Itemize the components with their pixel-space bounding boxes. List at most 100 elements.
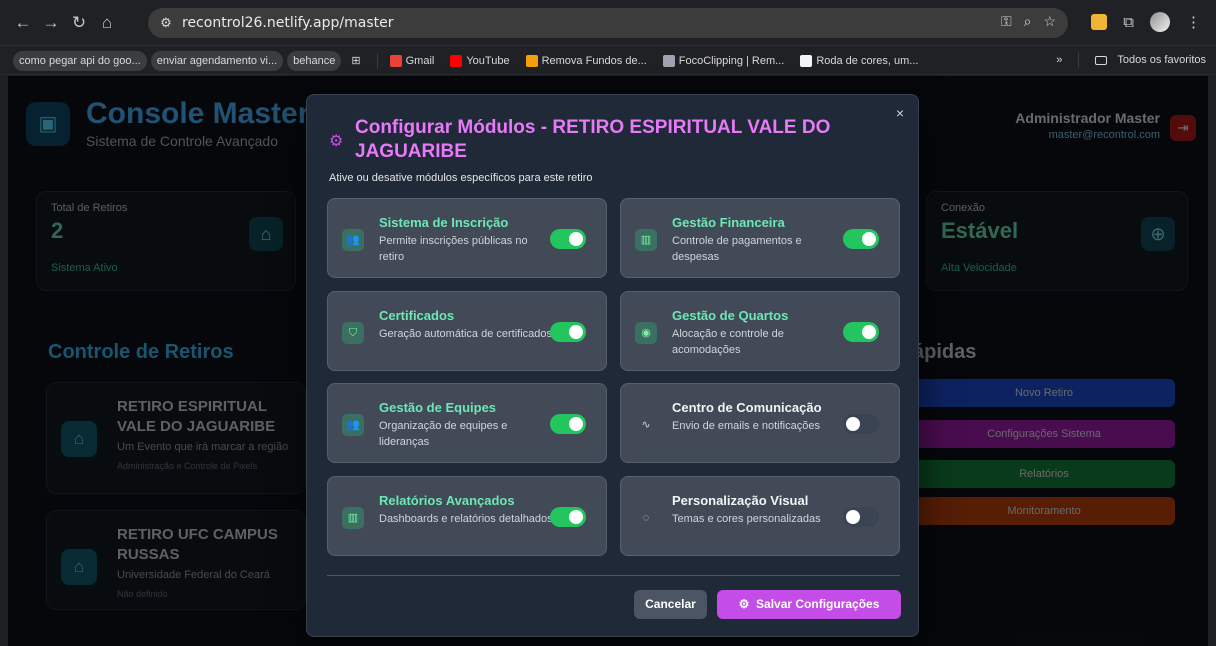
users-icon: 👥 [342,229,364,251]
site-settings-icon[interactable]: ⚙ [157,14,175,32]
close-icon[interactable]: × [896,105,904,121]
browser-menu-icon[interactable]: ⋮ [1186,13,1201,31]
zoom-icon[interactable]: ⌕ [1024,13,1032,30]
module-card-personalizacao: ◌ Personalização Visual Temas e cores pe… [620,476,900,556]
configure-modules-modal: × ⚙ Configurar Módulos - RETIRO ESPIRITU… [306,94,919,637]
retreat-desc: Um Evento que irá marcar a região [117,441,289,453]
bookmark-youtube[interactable]: YouTube [444,51,515,71]
forward-icon[interactable]: → [40,12,62,34]
retreat-name: RETIRO ESPIRITUAL VALE DO JAGUARIBE [117,398,276,435]
module-card-equipes: 👥 Gestão de Equipes Organização de equip… [327,383,607,463]
module-desc: Envio de emails e notificações [672,420,820,432]
extension-icon[interactable] [1091,14,1108,30]
module-desc: Alocação e controle de acomodações [672,328,784,356]
password-key-icon[interactable]: ⚿ [1001,13,1012,30]
gear-icon: ⚙ [329,133,344,150]
bookmark-label: enviar agendamento vi... [156,54,278,67]
quick-actions-title: ápidas [913,341,977,363]
all-bookmarks-link[interactable]: Todos os favoritos [1117,54,1206,66]
save-settings-button[interactable]: ⚙ Salvar Configurações [717,590,901,619]
bookmark-gmail[interactable]: Gmail [384,51,441,71]
bookmarks-separator [376,52,378,69]
module-toggle[interactable] [843,507,879,527]
more-bookmarks-icon[interactable]: » [1056,54,1062,66]
new-retreat-button[interactable]: Novo Retiro [913,379,1175,407]
reports-button[interactable]: Relatórios [913,460,1175,488]
bookmark-label: Remova Fundos de... [541,54,647,67]
monitoring-button[interactable]: Monitoramento [913,497,1175,525]
module-name: Personalização Visual [672,493,809,508]
gear-icon: ⚙ [738,597,750,611]
module-card-relatorios: ▥ Relatórios Avançados Dashboards e rela… [327,476,607,556]
bookmark-color-wheel[interactable]: Roda de cores, um... [794,51,924,71]
bookmark-star-icon[interactable]: ☆ [1043,13,1056,30]
retreat-meta: Administração e Controle de Pixels [117,461,258,471]
home-icon[interactable]: ⌂ [96,12,118,34]
system-settings-button[interactable]: Configurações Sistema [913,420,1175,448]
folder-icon [1095,55,1108,65]
module-name: Certificados [379,308,455,323]
module-toggle[interactable] [843,229,879,249]
page-subtitle: Sistema de Controle Avançado [86,133,278,149]
bookmark-foco[interactable]: FocoClipping | Rem... [657,51,791,71]
back-icon[interactable]: ← [12,12,34,34]
module-desc: Organização de equipes e lideranças [379,420,508,448]
bookmark-label: YouTube [466,54,510,67]
bookmark-label: behance [293,54,336,67]
module-toggle[interactable] [843,322,879,342]
bar-chart-icon: ▥ [342,507,364,529]
module-card-certificados: ⛉ Certificados Geração automática de cer… [327,291,607,371]
stat-foot: Alta Velocidade [941,262,1017,274]
address-bar[interactable]: ⚙ recontrol26.netlify.app/master ⚿ ⌕ ☆ [148,8,1068,38]
module-desc: Temas e cores personalizadas [672,513,821,525]
module-card-financeira: ▥ Gestão Financeira Controle de pagament… [620,198,900,278]
admin-name: Administrador Master [1015,110,1160,126]
retreat-name: RETIRO UFC CAMPUS RUSSAS [117,526,278,563]
shield-icon: ⛉ [342,322,364,344]
modal-subtitle: Ative ou desative módulos específicos pa… [329,172,593,184]
bookmark-remove-bg[interactable]: Remova Fundos de... [520,51,653,71]
modal-divider [327,575,900,576]
globe-icon: ⊕ [1141,217,1175,251]
module-toggle[interactable] [550,507,586,527]
gmail-icon [389,54,402,67]
module-name: Sistema de Inscrição [379,215,509,230]
retreat-card[interactable]: ⌂ RETIRO UFC CAMPUS RUSSAS Universidade … [46,510,306,610]
remove-bg-icon [525,54,538,67]
reload-icon[interactable]: ↻ [68,12,90,34]
users-icon: 👥 [342,414,364,436]
bookmark-label: como pegar api do goo... [19,54,141,67]
extensions-puzzle-icon[interactable]: ⧉ [1123,14,1134,31]
console-logo-icon: ▣ [26,102,70,146]
module-name: Gestão Financeira [672,215,785,230]
url-text[interactable]: recontrol26.netlify.app/master [182,15,393,31]
module-card-comunicacao: ∿ Centro de Comunicação Envio de emails … [620,383,900,463]
apps-icon[interactable]: ⊞ [345,50,366,71]
stat-card-total: Total de Retiros 2 Sistema Ativo ⌂ [36,191,296,291]
building-icon: ⌂ [61,421,97,457]
module-name: Gestão de Quartos [672,308,789,323]
building-icon: ⌂ [249,217,283,251]
bookmark-item[interactable]: behance [287,50,342,71]
module-name: Relatórios Avançados [379,493,515,508]
module-desc: Dashboards e relatórios detalhados [379,513,553,525]
bookmark-item[interactable]: enviar agendamento vi... [150,50,284,71]
module-toggle[interactable] [550,229,586,249]
stat-foot: Sistema Ativo [51,262,118,274]
profile-avatar[interactable] [1150,12,1170,32]
browser-toolbar: ← → ↻ ⌂ ⚙ recontrol26.netlify.app/master… [0,0,1216,46]
stat-label: Conexão [941,202,986,214]
module-toggle[interactable] [550,414,586,434]
module-toggle[interactable] [550,322,586,342]
cancel-button[interactable]: Cancelar [634,590,707,619]
color-wheel-icon [800,54,813,67]
bookmarks-separator [1078,52,1080,68]
logout-button[interactable]: ⇥ [1170,115,1196,141]
module-toggle[interactable] [843,414,879,434]
module-desc: Permite inscrições públicas no retiro [379,235,528,263]
bookmark-item[interactable]: como pegar api do goo... [13,50,147,71]
retreat-card[interactable]: ⌂ RETIRO ESPIRITUAL VALE DO JAGUARIBE Um… [46,382,306,494]
bookmark-label: Roda de cores, um... [816,54,919,67]
module-desc: Controle de pagamentos e despesas [672,235,802,263]
bar-chart-icon: ▥ [635,229,657,251]
